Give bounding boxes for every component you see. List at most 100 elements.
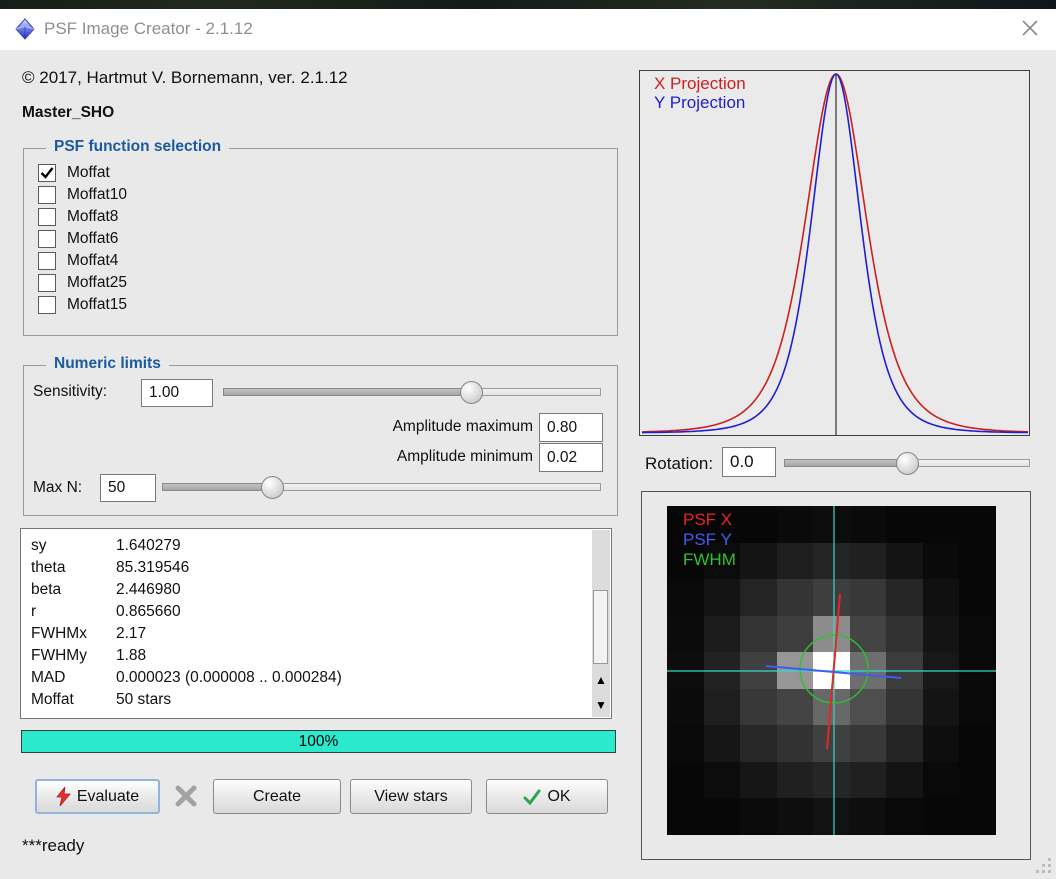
checkbox-moffat[interactable]: [38, 164, 56, 182]
psf-option-row: Moffat15: [24, 294, 617, 316]
desktop-background-strip: [0, 0, 1056, 9]
psf-option-row: Moffat4: [24, 250, 617, 272]
result-value: 0.865660: [116, 603, 181, 620]
checkbox-label: Moffat15: [67, 296, 128, 313]
checkbox-moffat6[interactable]: [38, 230, 56, 248]
psf-option-list: Moffat Moffat10 Moffat8 Moffat6 Moffat4 Moffa…: [24, 149, 617, 316]
rotation-slider-fill: [784, 459, 907, 467]
max-n-input[interactable]: [100, 474, 156, 502]
projection-legend: X Projection Y Projection: [654, 74, 746, 112]
result-row: theta 85.319546: [21, 557, 611, 579]
max-n-slider[interactable]: [162, 476, 601, 499]
psf-option-row: Moffat10: [24, 184, 617, 206]
psf-option-row: Moffat25: [24, 272, 617, 294]
psf-option-row: Moffat8: [24, 206, 617, 228]
max-n-slider-knob[interactable]: [260, 476, 284, 499]
result-value: 2.446980: [116, 581, 181, 598]
ok-label: OK: [547, 787, 571, 805]
view-stars-label: View stars: [374, 787, 448, 805]
rotation-slider[interactable]: [784, 452, 1030, 475]
projection-plot: X Projection Y Projection: [639, 70, 1030, 436]
psf-selection-title: PSF function selection: [46, 138, 230, 156]
result-label: Moffat: [31, 691, 74, 708]
ok-button[interactable]: OK: [486, 779, 608, 814]
sensitivity-input[interactable]: [141, 379, 213, 407]
evaluate-label: Evaluate: [76, 787, 140, 805]
result-value: 1.88: [116, 647, 147, 664]
amplitude-maximum-label: Amplitude maximum: [392, 418, 533, 435]
result-label: theta: [31, 559, 66, 576]
result-label: sy: [31, 537, 47, 554]
rotation-slider-knob[interactable]: [895, 452, 919, 475]
result-row: Moffat 50 stars: [21, 689, 611, 711]
psf-option-row: Moffat6: [24, 228, 617, 250]
max-n-slider-fill: [162, 483, 272, 491]
create-button[interactable]: Create: [213, 779, 341, 814]
delete-x-icon[interactable]: [174, 784, 198, 808]
checkbox-label: Moffat10: [67, 186, 128, 203]
result-label: beta: [31, 581, 62, 598]
progress-bar: 100%: [21, 730, 616, 753]
result-value: 50 stars: [116, 691, 172, 708]
checkbox-moffat10[interactable]: [38, 186, 56, 204]
checkbox-moffat4[interactable]: [38, 252, 56, 270]
result-value: 2.17: [116, 625, 147, 642]
legend-entry: X Projection: [654, 74, 746, 93]
sensitivity-slider-fill: [223, 388, 471, 396]
amplitude-maximum-input[interactable]: [539, 413, 603, 442]
checkbox-moffat8[interactable]: [38, 208, 56, 226]
app-icon: [15, 18, 35, 40]
lightning-icon: [56, 787, 71, 806]
numeric-limits-group: Numeric limits Sensitivity: Amplitude ma…: [23, 355, 618, 516]
result-row: sy 1.640279: [21, 535, 611, 557]
copyright-text: © 2017, Hartmut V. Bornemann, ver. 2.1.1…: [22, 68, 348, 87]
result-value: 85.319546: [116, 559, 190, 576]
view-stars-button[interactable]: View stars: [350, 779, 472, 814]
psf-legend-entry: FWHM: [683, 550, 736, 569]
app-window: PSF Image Creator - 2.1.12 © 2017, Hartm…: [0, 0, 1056, 879]
result-label: r: [31, 603, 37, 620]
close-icon[interactable]: [1017, 15, 1043, 41]
legend-entry: Y Projection: [654, 93, 746, 112]
evaluate-button[interactable]: Evaluate: [35, 779, 160, 814]
psf-legend-entry: PSF X: [683, 510, 733, 529]
scrollbar-down-arrow-icon[interactable]: ▼: [592, 692, 610, 717]
status-text: ***ready: [22, 836, 85, 855]
projection-plot-canvas: [641, 73, 1029, 435]
amplitude-minimum-input[interactable]: [539, 443, 603, 472]
titlebar: PSF Image Creator - 2.1.12: [0, 9, 1056, 50]
checkbox-moffat25[interactable]: [38, 274, 56, 292]
result-row: FWHMy 1.88: [21, 645, 611, 667]
checkbox-label: Moffat: [67, 164, 110, 181]
progress-label: 100%: [298, 733, 339, 750]
scrollbar-thumb[interactable]: [593, 590, 608, 664]
rotation-label: Rotation:: [645, 454, 714, 473]
result-value: 0.000023 (0.000008 .. 0.000284): [116, 669, 342, 686]
numeric-limits-title: Numeric limits: [46, 355, 169, 373]
result-label: FWHMx: [31, 625, 87, 642]
results-box: sy 1.640279 theta 85.319546 beta 2.446980 r 0.8…: [20, 528, 612, 719]
checkbox-moffat15[interactable]: [38, 296, 56, 314]
create-label: Create: [252, 787, 302, 805]
results-scrollbar[interactable]: ▲ ▼: [592, 530, 610, 717]
sensitivity-slider[interactable]: [223, 381, 601, 404]
psf-legend: PSF X PSF Y FWHM: [683, 510, 736, 570]
result-row: FWHMx 2.17: [21, 623, 611, 645]
sensitivity-label: Sensitivity:: [33, 383, 108, 400]
psf-function-selection-group: PSF function selection Moffat Moffat10 Mof…: [23, 138, 618, 336]
result-row: beta 2.446980: [21, 579, 611, 601]
result-row: r 0.865660: [21, 601, 611, 623]
check-icon: [523, 789, 541, 805]
psf-option-row: Moffat: [24, 162, 617, 184]
result-label: FWHMy: [31, 647, 87, 664]
resize-grip-icon[interactable]: [1036, 858, 1052, 874]
window-title: PSF Image Creator - 2.1.12: [44, 19, 253, 38]
scrollbar-up-arrow-icon[interactable]: ▲: [592, 667, 610, 692]
psf-image-panel: PSF X PSF Y FWHM: [641, 491, 1031, 860]
rotation-input[interactable]: [722, 447, 776, 477]
checkbox-label: Moffat8: [67, 208, 119, 225]
max-n-label: Max N:: [33, 479, 83, 496]
results-list: sy 1.640279 theta 85.319546 beta 2.446980 r 0.8…: [21, 529, 611, 711]
result-label: MAD: [31, 669, 66, 686]
sensitivity-slider-knob[interactable]: [460, 381, 484, 404]
